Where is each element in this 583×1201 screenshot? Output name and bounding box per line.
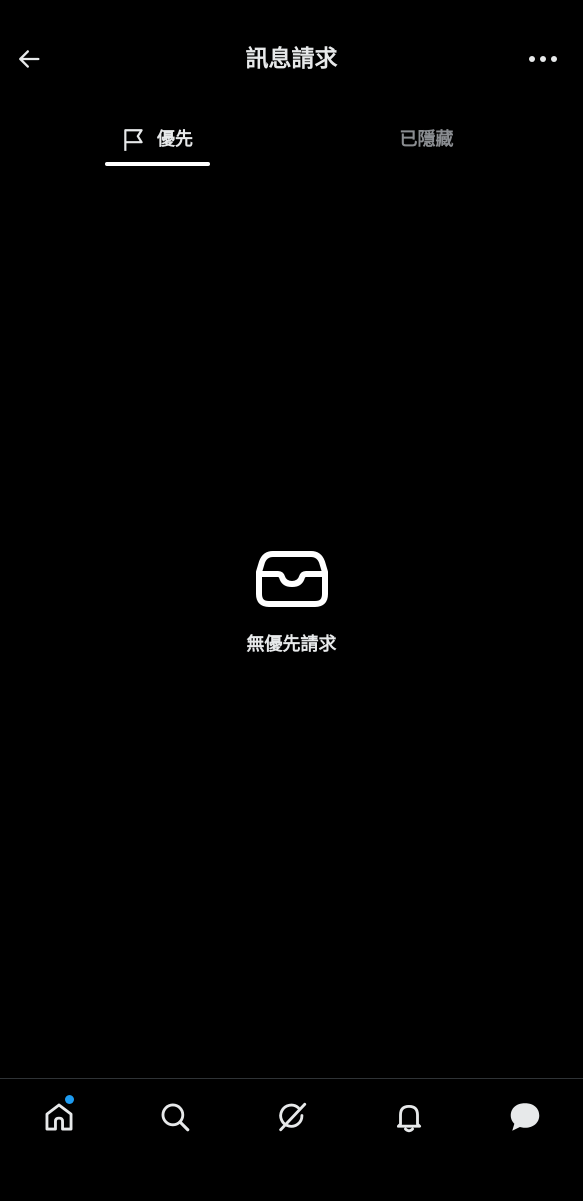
grok-icon [279,1102,307,1132]
page-title: 訊息請求 [245,46,338,72]
nav-notifications[interactable] [384,1095,434,1139]
tab-priority[interactable]: 優先 [0,112,314,168]
tab-priority-label: 優先 [157,129,193,150]
bell-icon [396,1104,422,1133]
flag-icon [124,129,143,151]
top-bar: 訊息請求 [0,0,583,118]
tab-hidden[interactable]: 已隱藏 [270,112,583,168]
tab-hidden-label: 已隱藏 [399,129,454,150]
notification-dot [65,1095,74,1104]
message-bubble-icon [510,1103,540,1131]
bottom-navigation [0,1078,583,1201]
home-icon [45,1103,73,1131]
inbox-icon [255,551,328,607]
nav-home[interactable] [34,1095,84,1139]
search-icon [161,1103,190,1132]
nav-grok[interactable] [267,1095,317,1139]
more-options-button[interactable] [523,44,563,74]
nav-messages[interactable] [500,1095,550,1139]
tab-bar: 優先 已隱藏 [0,112,583,168]
more-horizontal-icon [529,56,557,62]
nav-search[interactable] [150,1095,200,1139]
empty-state-text: 無優先請求 [246,634,337,655]
active-tab-indicator [105,162,210,166]
empty-state: 無優先請求 [0,548,583,658]
